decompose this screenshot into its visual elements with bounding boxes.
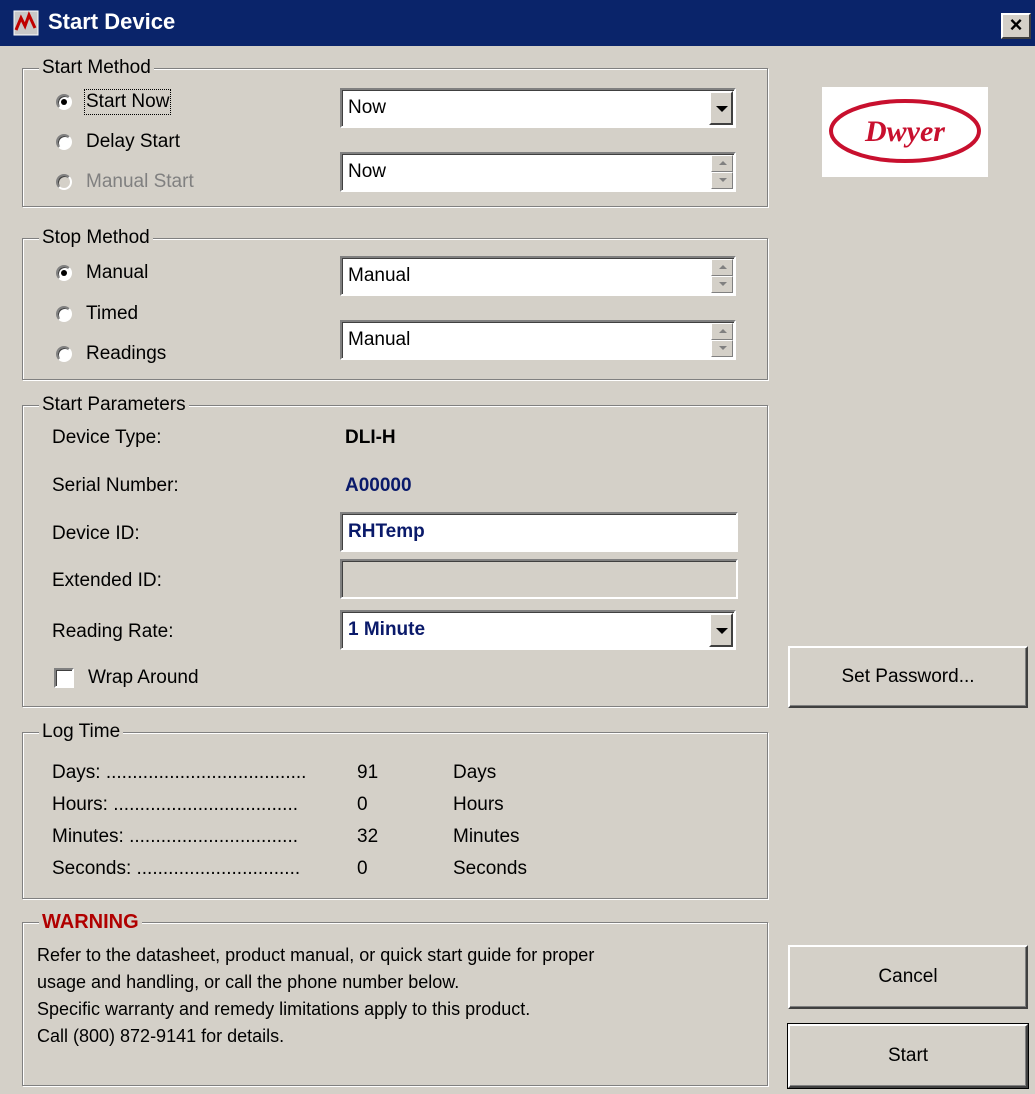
log-unit-days: Days	[453, 762, 497, 783]
radio-stop-readings[interactable]: Readings	[56, 342, 166, 366]
start-time-spinner-value: Now	[348, 161, 387, 182]
logo-text: Dwyer	[864, 115, 945, 148]
cancel-label: Cancel	[878, 966, 938, 987]
radio-manual-start[interactable]: Manual Start	[56, 170, 194, 194]
log-label: Seconds: ...............................	[52, 858, 301, 879]
log-value-days: 91	[357, 762, 379, 783]
log-label: Minutes: ...............................…	[52, 826, 299, 847]
start-parameters-legend: Start Parameters	[39, 394, 189, 416]
warning-line: Call (800) 872-9141 for details.	[37, 1026, 285, 1046]
radio-delay-start[interactable]: Delay Start	[56, 130, 180, 154]
extended-id-label: Extended ID:	[52, 570, 162, 591]
radio-indicator	[56, 134, 72, 150]
log-row-seconds: Seconds: ...............................	[52, 858, 300, 880]
extended-id-input[interactable]	[340, 559, 738, 599]
set-password-button[interactable]: Set Password...	[788, 646, 1028, 708]
spinner-buttons[interactable]	[711, 259, 733, 293]
window-title: Start Device	[48, 9, 176, 34]
spin-down-icon[interactable]	[711, 276, 733, 293]
log-row-hours: Hours: .................................…	[52, 794, 298, 816]
reading-rate-label: Reading Rate:	[52, 621, 174, 642]
start-method-legend: Start Method	[39, 57, 154, 79]
log-label: Hours: .................................…	[52, 794, 298, 815]
spin-down-icon[interactable]	[711, 340, 733, 357]
radio-indicator	[56, 94, 72, 110]
radio-stop-manual[interactable]: Manual	[56, 261, 148, 285]
device-type-label: Device Type:	[52, 427, 162, 448]
radio-label: Start Now	[83, 89, 172, 115]
start-button[interactable]: Start	[787, 1023, 1029, 1089]
warning-line: Refer to the datasheet, product manual, …	[37, 945, 595, 965]
spinner-buttons[interactable]	[711, 155, 733, 189]
start-time-spinner[interactable]: Now	[340, 152, 736, 192]
radio-indicator	[56, 306, 72, 322]
close-button[interactable]: ×	[1001, 13, 1031, 39]
log-value-seconds: 0	[357, 858, 368, 879]
log-value-hours: 0	[357, 794, 368, 815]
warning-line: usage and handling, or call the phone nu…	[37, 972, 460, 992]
title-bar: Start Device ×	[0, 0, 1035, 46]
radio-indicator	[56, 265, 72, 281]
radio-indicator	[56, 346, 72, 362]
device-id-value: RHTemp	[348, 521, 425, 542]
log-row-days: Days: ..................................…	[52, 762, 306, 784]
radio-label: Readings	[86, 343, 167, 364]
chevron-down-icon[interactable]	[709, 91, 733, 125]
serial-number-value: A00000	[345, 475, 412, 496]
device-type-value: DLI-H	[345, 427, 396, 448]
radio-stop-timed[interactable]: Timed	[56, 302, 138, 326]
start-parameters-group: Start Parameters	[22, 394, 768, 707]
start-time-dropdown-value: Now	[348, 97, 387, 118]
stop-spinner-value: Manual	[348, 265, 411, 286]
spinner-buttons[interactable]	[711, 323, 733, 357]
app-icon	[13, 10, 39, 36]
serial-number-label: Serial Number:	[52, 475, 179, 496]
spin-down-icon[interactable]	[711, 172, 733, 189]
radio-label: Timed	[86, 303, 139, 324]
log-unit-seconds: Seconds	[453, 858, 527, 879]
stop-readings-spinner[interactable]: Manual	[340, 320, 736, 360]
radio-indicator	[56, 174, 72, 190]
stop-spinner-value: Manual	[348, 329, 411, 350]
spin-up-icon[interactable]	[711, 323, 733, 340]
log-unit-minutes: Minutes	[453, 826, 520, 847]
radio-label: Manual	[86, 262, 149, 283]
start-time-dropdown[interactable]: Now	[340, 88, 736, 128]
stop-time-spinner[interactable]: Manual	[340, 256, 736, 296]
dwyer-logo: Dwyer	[822, 87, 988, 177]
warning-line: Specific warranty and remedy limitations…	[37, 999, 531, 1019]
log-label: Days: ..................................…	[52, 762, 307, 783]
reading-rate-dropdown[interactable]: 1 Minute	[340, 610, 736, 650]
radio-label: Delay Start	[86, 131, 180, 152]
radio-label: Manual Start	[86, 171, 194, 192]
chevron-down-icon[interactable]	[709, 613, 733, 647]
stop-method-legend: Stop Method	[39, 227, 153, 249]
warning-legend: WARNING	[39, 911, 142, 933]
logo-graphic: Dwyer	[829, 99, 981, 163]
close-icon: ×	[1009, 12, 1023, 37]
log-time-legend: Log Time	[39, 721, 124, 743]
wrap-around-label: Wrap Around	[88, 667, 199, 688]
log-row-minutes: Minutes: ...............................…	[52, 826, 298, 848]
device-id-label: Device ID:	[52, 523, 140, 544]
spin-up-icon[interactable]	[711, 259, 733, 276]
cancel-button[interactable]: Cancel	[788, 945, 1028, 1009]
reading-rate-value: 1 Minute	[348, 619, 426, 640]
log-unit-hours: Hours	[453, 794, 504, 815]
spin-up-icon[interactable]	[711, 155, 733, 172]
set-password-label: Set Password...	[841, 666, 975, 687]
wrap-around-checkbox[interactable]	[54, 668, 74, 688]
radio-start-now[interactable]: Start Now	[56, 89, 172, 115]
start-label: Start	[887, 1045, 929, 1066]
device-id-input[interactable]: RHTemp	[340, 512, 738, 552]
log-value-minutes: 32	[357, 826, 379, 847]
